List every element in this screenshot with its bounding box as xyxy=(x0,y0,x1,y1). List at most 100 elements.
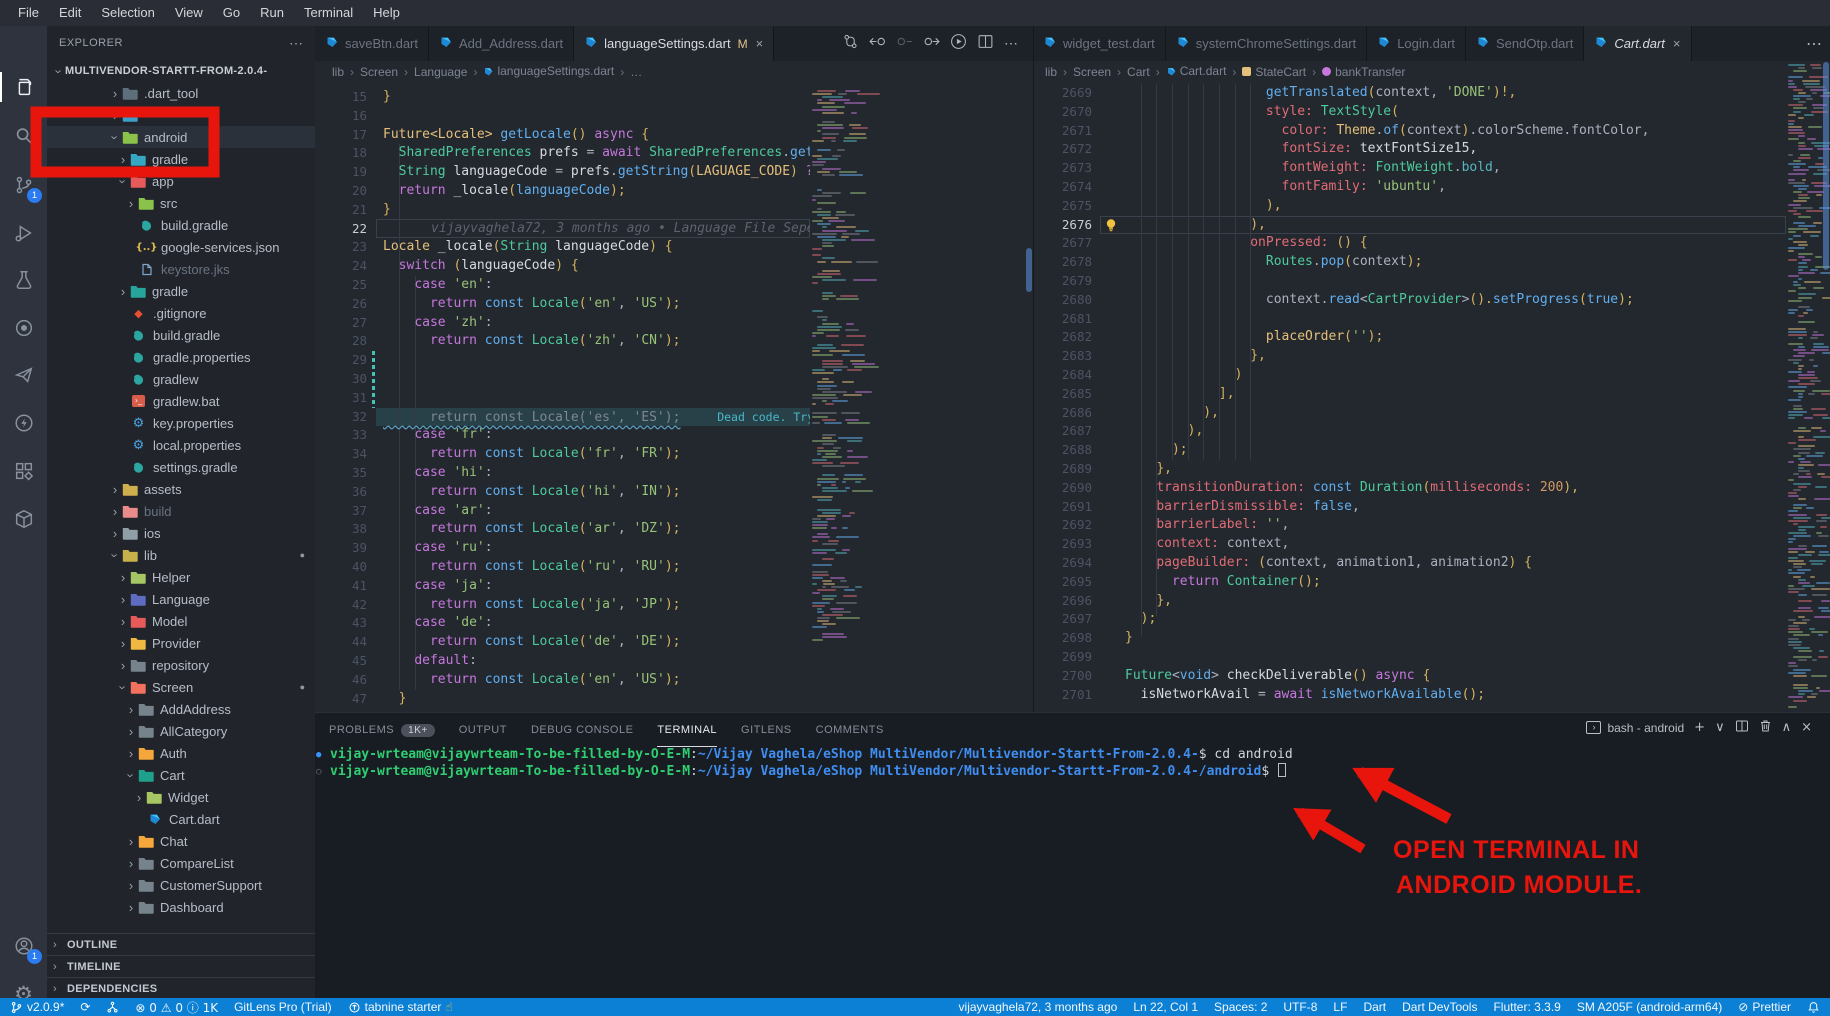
breadcrumb-right[interactable]: lib›Screen›Cart›Cart.dart›StateCart›bank… xyxy=(1045,61,1405,83)
package-icon[interactable] xyxy=(0,496,47,542)
breadcrumb-item[interactable]: Language xyxy=(414,65,467,79)
status-graph[interactable] xyxy=(106,1001,119,1014)
tree-item-.dart-tool[interactable]: ›.dart_tool xyxy=(47,82,315,104)
accounts-icon[interactable]: 1 xyxy=(0,923,47,969)
git-compare-icon[interactable] xyxy=(842,33,859,55)
split-terminal-icon[interactable] xyxy=(1735,719,1749,736)
testing-icon[interactable] xyxy=(0,257,47,303)
status-ln-22-col-1[interactable]: Ln 22, Col 1 xyxy=(1133,1000,1198,1014)
send-icon[interactable] xyxy=(0,352,47,398)
tree-item-gradle[interactable]: ›gradle xyxy=(47,280,315,302)
menu-file[interactable]: File xyxy=(8,0,49,26)
close-icon[interactable]: × xyxy=(756,36,764,51)
tree-root-multivendor[interactable]: ›MULTIVENDOR-STARTT-FROM-2.0.4- xyxy=(47,60,315,82)
menu-selection[interactable]: Selection xyxy=(91,0,164,26)
panel-tab-terminal[interactable]: TERMINAL xyxy=(657,713,717,747)
status-gitlens-pro-trial[interactable]: GitLens Pro (Trial) xyxy=(234,1000,332,1014)
tree-item-screen[interactable]: ›Screen● xyxy=(47,676,315,698)
menu-edit[interactable]: Edit xyxy=(49,0,91,26)
tree-item-src[interactable]: ›src xyxy=(47,192,315,214)
status-bell[interactable] xyxy=(1807,1001,1820,1014)
tree-item-gradlew.bat[interactable]: ›_gradlew.bat xyxy=(47,390,315,412)
kill-terminal-icon[interactable] xyxy=(1759,719,1772,736)
tree-item-gradle[interactable]: ›gradle xyxy=(47,148,315,170)
tree-item-customersupport[interactable]: ›CustomerSupport xyxy=(47,874,315,896)
status-v2-0-9[interactable]: v2.0.9* xyxy=(10,1000,64,1014)
status-tabnine-starter[interactable]: tabnine starter☝ xyxy=(348,1000,453,1014)
tab-sendotp.dart[interactable]: SendOtp.dart xyxy=(1466,26,1584,61)
tree-item-addaddress[interactable]: ›AddAddress xyxy=(47,698,315,720)
sidebar-section-timeline[interactable]: ›TIMELINE xyxy=(47,955,315,977)
more-actions-icon[interactable]: ⋯ xyxy=(1004,35,1018,53)
code-area-right[interactable]: getTranslated(context, 'DONE')!, style: … xyxy=(1125,84,1786,708)
panel-tab-problems[interactable]: PROBLEMS1K+ xyxy=(329,713,435,747)
files-icon[interactable] xyxy=(0,64,47,110)
run-file-icon[interactable] xyxy=(950,33,967,55)
status-sm-a205f-android-arm64[interactable]: SM A205F (android-arm64) xyxy=(1577,1000,1722,1014)
tree-item-widget[interactable]: ›Widget xyxy=(47,786,315,808)
panel-tab-gitlens[interactable]: GITLENS xyxy=(741,713,792,747)
scrollbar-left[interactable] xyxy=(1026,248,1032,292)
menu-help[interactable]: Help xyxy=(363,0,410,26)
status-dart-devtools[interactable]: Dart DevTools xyxy=(1402,1000,1477,1014)
breadcrumb-item[interactable]: Screen xyxy=(360,65,398,79)
tab-cart.dart[interactable]: Cart.dart× xyxy=(1584,26,1691,61)
tab-add-address.dart[interactable]: Add_Address.dart xyxy=(429,26,574,61)
tree-item-key.properties[interactable]: ⚙key.properties xyxy=(47,412,315,434)
breadcrumb-item[interactable]: languageSettings.dart xyxy=(483,64,614,80)
tab-savebtn.dart[interactable]: saveBtn.dart xyxy=(315,26,429,61)
lightbulb-icon[interactable] xyxy=(1104,218,1118,237)
breadcrumb-item[interactable]: lib xyxy=(1045,65,1057,79)
chevron-down-icon[interactable]: ∨ xyxy=(1715,720,1725,735)
source-control-icon[interactable]: 1 xyxy=(0,162,47,208)
code-area-left[interactable]: }Future<Locale> getLocale() async { Shar… xyxy=(383,88,810,708)
open-changes-icon[interactable] xyxy=(869,33,886,55)
extensions-icon[interactable] xyxy=(0,448,47,494)
tree-item-assets[interactable]: ›assets xyxy=(47,478,315,500)
tree-item-comparelist[interactable]: ›CompareList xyxy=(47,852,315,874)
tree-item-auth[interactable]: ›Auth xyxy=(47,742,315,764)
gitlens-icon[interactable] xyxy=(0,305,47,351)
tree-item-settings.gradle[interactable]: settings.gradle xyxy=(47,456,315,478)
scrollbar-right[interactable] xyxy=(1823,62,1829,270)
tree-item-allcategory[interactable]: ›AllCategory xyxy=(47,720,315,742)
menu-terminal[interactable]: Terminal xyxy=(294,0,363,26)
breadcrumb-left[interactable]: lib›Screen›Language›languageSettings.dar… xyxy=(332,61,642,83)
tree-item-.gitignore[interactable]: ◆.gitignore xyxy=(47,302,315,324)
tree-item-app[interactable]: ›app xyxy=(47,170,315,192)
status-utf-8[interactable]: UTF-8 xyxy=(1283,1000,1317,1014)
search-icon[interactable] xyxy=(0,113,47,159)
tree-item-model[interactable]: ›Model xyxy=(47,610,315,632)
panel-tab-output[interactable]: OUTPUT xyxy=(459,713,507,747)
panel-tab-debug-console[interactable]: DEBUG CONSOLE xyxy=(531,713,633,747)
tab-systemchromesettings.dart[interactable]: systemChromeSettings.dart xyxy=(1166,26,1367,61)
close-panel-icon[interactable]: × xyxy=(1801,720,1812,735)
menu-run[interactable]: Run xyxy=(250,0,294,26)
tree-item-build[interactable]: ›build xyxy=(47,500,315,522)
status-0-0-1k[interactable]: ⊗ 0 ⚠ 0 ⓘ 1K xyxy=(135,999,218,1016)
status-vijayvaghela72-3-months-ago[interactable]: vijayvaghela72, 3 months ago xyxy=(959,1000,1118,1014)
tree-item-chat[interactable]: ›Chat xyxy=(47,830,315,852)
more-actions-icon[interactable]: ⋯ xyxy=(1806,34,1822,54)
split-editor-icon[interactable] xyxy=(977,33,994,55)
breadcrumb-item[interactable]: lib xyxy=(332,65,344,79)
tree-item-gradlew[interactable]: gradlew xyxy=(47,368,315,390)
breadcrumb-item[interactable]: Screen xyxy=(1073,65,1111,79)
tab-login.dart[interactable]: Login.dart xyxy=(1367,26,1466,61)
menu-view[interactable]: View xyxy=(165,0,213,26)
status-lf[interactable]: LF xyxy=(1333,1000,1347,1014)
tree-item-provider[interactable]: ›Provider xyxy=(47,632,315,654)
close-icon[interactable]: × xyxy=(1673,36,1681,51)
tree-item-helper[interactable]: ›Helper xyxy=(47,566,315,588)
tab-widget-test.dart[interactable]: widget_test.dart xyxy=(1033,26,1166,61)
bolt-icon[interactable] xyxy=(0,400,47,446)
sidebar-section-dependencies[interactable]: ›DEPENDENCIES xyxy=(47,977,315,999)
new-terminal-icon[interactable]: + xyxy=(1694,720,1705,735)
sidebar-section-outline[interactable]: ›OUTLINE xyxy=(47,933,315,955)
tree-item-build.gradle[interactable]: build.gradle xyxy=(47,324,315,346)
tree-item-language[interactable]: ›Language xyxy=(47,588,315,610)
tree-item-keystore.jks[interactable]: keystore.jks xyxy=(47,258,315,280)
menu-go[interactable]: Go xyxy=(213,0,250,26)
tab-languagesettings.dart[interactable]: languageSettings.dartM× xyxy=(574,26,774,61)
tree-item-ios[interactable]: ›ios xyxy=(47,522,315,544)
